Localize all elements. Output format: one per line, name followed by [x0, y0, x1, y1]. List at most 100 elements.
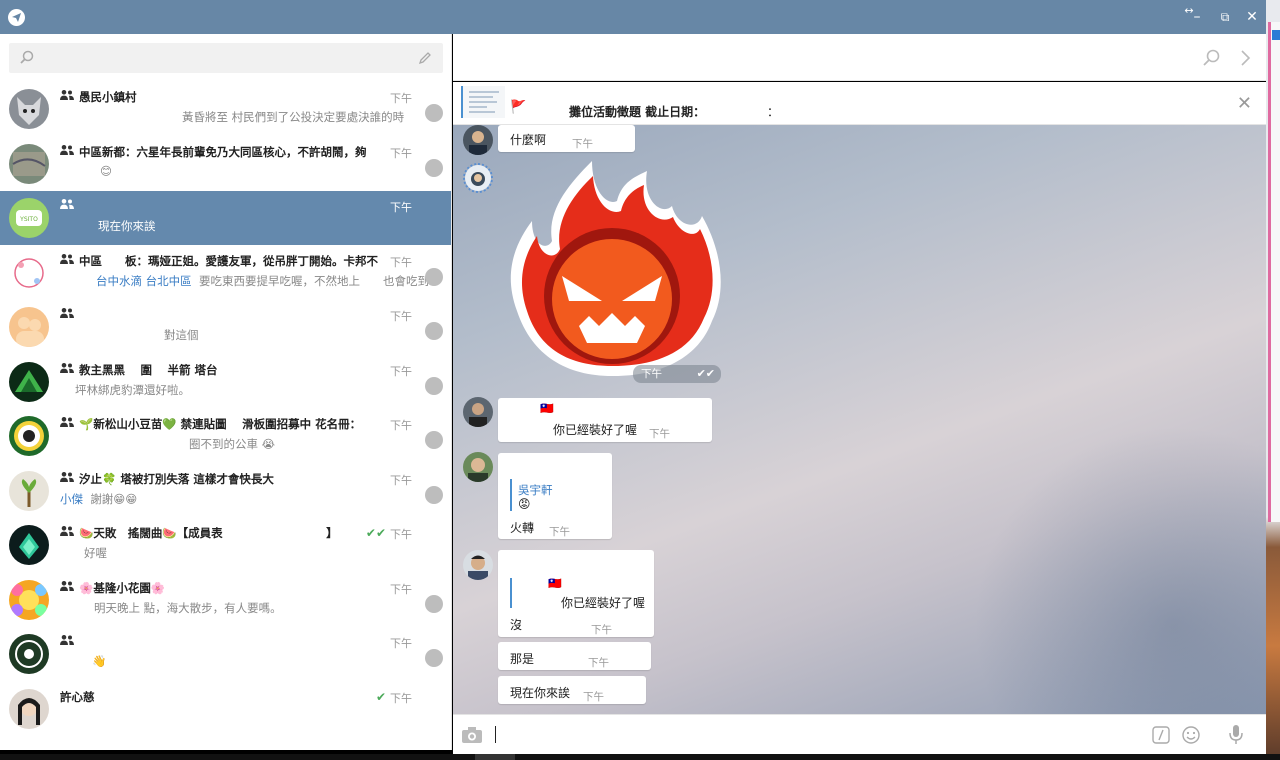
search-icon — [20, 50, 34, 64]
chat-list-item[interactable]: 下午對這個 — [0, 300, 451, 354]
background-window-edge — [1268, 22, 1280, 522]
chat-list-item[interactable]: 中區 板：瑪娅正姐。愛護友軍，從吊胖丁開始。卡邦不 下午 台中水滴 台北中區 要吃東… — [0, 246, 451, 300]
chat-list-item[interactable]: 汐止🍀 塔被打別失落 這樣才會快長大 下午小傑 謝謝😁😁 — [0, 464, 451, 518]
chat-last-message: 對這個 — [164, 327, 199, 343]
group-icon — [60, 635, 74, 645]
pinned-message-bar[interactable]: 🚩 攤位活動徵題 截止日期： ： ✕ — [453, 82, 1266, 125]
chat-list-item[interactable]: 教主黑黑 圍 半箭 塔台 下午 坪林綁虎豹潭還好啦。 — [0, 355, 451, 409]
reply-indicator — [510, 479, 512, 511]
avatar[interactable] — [463, 550, 493, 580]
minimize-icon[interactable]: – — [1188, 8, 1206, 26]
background-window-tab — [1272, 30, 1280, 40]
message-text: 你已經裝好了喔 — [553, 423, 638, 437]
unread-badge — [425, 104, 443, 122]
unread-badge — [425, 158, 443, 177]
message-text: 現在你來誒 — [510, 686, 571, 700]
chat-name: 中區新都：六星年長前輩免乃大同區核心，不許胡鬧，夠 — [79, 144, 367, 159]
chat-time: 下午 — [390, 310, 412, 323]
avatar[interactable] — [463, 397, 493, 427]
unread-badge — [425, 431, 443, 449]
chevron-right-icon[interactable] — [1238, 48, 1252, 68]
search-icon[interactable] — [1202, 48, 1222, 68]
compose-pencil-icon[interactable] — [417, 50, 433, 66]
message-composer — [453, 714, 1266, 754]
chat-name: 🌸基隆小花園🌸 — [79, 580, 166, 595]
avatar[interactable] — [463, 125, 493, 155]
unread-badge — [425, 594, 443, 613]
message-bubble[interactable]: 🇹🇼 你已經裝好了喔 下午 — [498, 398, 712, 442]
svg-text:YSITO: YSITO — [19, 216, 38, 223]
chat-preview-text: 現在你來誒 — [98, 219, 156, 233]
chat-last-sender: 台中水滴 台北中區 — [96, 273, 192, 288]
bot-command-icon[interactable] — [1152, 726, 1170, 744]
message-history[interactable]: 什麼啊 下午 下午 ✔✔ 🇹🇼 你已經裝好了喔 下午 吳宇軒 😡 火轉 下午 🇹… — [453, 125, 1266, 714]
message-bubble[interactable]: 什麼啊 下午 — [498, 125, 635, 152]
chat-name: 許心慈 — [60, 689, 95, 704]
message-time: 下午 — [588, 657, 609, 669]
sticker-time: 下午 ✔✔ — [633, 365, 721, 383]
emoji-icon[interactable] — [1182, 726, 1200, 744]
message-bubble[interactable]: 吳宇軒 😡 火轉 下午 — [498, 453, 612, 539]
restore-icon[interactable]: ⧉ — [1216, 8, 1234, 26]
chat-preview-text: 黃昏將至 村民們到了公投決定要處決誰的時 — [182, 110, 405, 124]
reply-indicator — [510, 578, 512, 608]
search-input[interactable] — [9, 43, 443, 73]
pinned-message-suffix: ： — [767, 105, 780, 119]
avatar — [9, 307, 49, 347]
chat-preview-text: 😊 — [100, 163, 112, 178]
message-input[interactable] — [495, 726, 496, 743]
group-icon — [60, 362, 74, 373]
avatar — [9, 525, 49, 565]
group-icon — [60, 580, 74, 591]
angry-face-emoji-icon: 😡 — [518, 497, 531, 511]
message-time: 下午 — [649, 428, 670, 440]
avatar — [9, 143, 49, 184]
telegram-logo-icon[interactable] — [8, 9, 25, 26]
sent-check-icon: ✔✔ — [365, 526, 386, 540]
chat-last-message: 現在你來誒 — [98, 218, 156, 234]
message-text: 火轉 — [510, 521, 535, 535]
message-bubble[interactable]: 現在你來誒 下午 — [498, 676, 646, 704]
close-icon[interactable]: ✕ — [1243, 8, 1261, 26]
group-icon — [60, 417, 74, 427]
chat-list-item[interactable]: 中區新都：六星年長前輩免乃大同區核心，不許胡鬧，夠 下午 😊 — [0, 137, 451, 191]
chat-time: 下午 — [390, 419, 412, 432]
chat-name: 🌱新松山小豆苗💚 禁連貼圖 滑板圍招募中 花名冊： — [79, 417, 362, 431]
chat-name: 汐止🍀 塔被打別失落 這樣才會快長大 — [79, 471, 274, 486]
chat-list-item[interactable]: YSITO 下午 現在你來誒 — [0, 191, 451, 245]
chat-preview-text: 明天晚上 點，海大散步，有人要嗎。 — [94, 600, 282, 615]
chat-time: 下午 — [390, 473, 412, 487]
chat-list-item[interactable]: 下午 👋 — [0, 627, 451, 681]
chat-last-message: 圈不到的公車 😭 — [189, 436, 275, 452]
chat-last-message: 好喔 — [84, 545, 107, 561]
title-bar: ↔ – ⧉ ✕ — [0, 0, 1266, 34]
chat-list-item[interactable]: 🌸基隆小花園🌸 下午 明天晚上 點，海大散步，有人要嗎。 — [0, 573, 451, 627]
chat-last-message: 👋 — [92, 654, 106, 668]
message-bubble[interactable]: 那是 下午 — [498, 642, 651, 670]
microphone-icon[interactable] — [1228, 724, 1244, 746]
chat-list-item[interactable]: 🍉天敗 搖闊曲🍉【成員表 】 ✔✔ 下午 好喔 — [0, 518, 451, 572]
camera-icon[interactable] — [461, 726, 483, 744]
avatar[interactable] — [463, 163, 493, 193]
pinned-message-text: 攤位活動徵題 截止日期： — [569, 105, 706, 119]
chat-list-item[interactable]: 🌱新松山小豆苗💚 禁連貼圖 滑板圍招募中 花名冊： 下午圈不到的公車 😭 — [0, 409, 451, 463]
avatar[interactable] — [463, 452, 493, 482]
unread-badge — [425, 376, 443, 395]
message-bubble[interactable]: 🇹🇼 你已經裝好了喔 沒 下午 — [498, 550, 654, 637]
message-text: 什麼啊 — [510, 133, 547, 147]
chat-last-message: 小傑 謝謝😁😁 — [60, 491, 137, 507]
chat-list-item[interactable]: 愚民小鎮村 下午 黃昏將至 村民們到了公投決定要處決誰的時 — [0, 82, 451, 136]
red-flag-icon: 🚩 — [510, 100, 527, 115]
group-icon — [60, 253, 74, 264]
reply-sender-name[interactable]: 吳宇軒 — [518, 482, 553, 498]
avatar — [9, 361, 49, 402]
chat-last-sender: 小傑 — [60, 491, 83, 506]
chat-list-item[interactable]: 許心慈 ✔ 下午 — [0, 682, 451, 736]
close-pinned-button[interactable]: ✕ — [1237, 95, 1252, 113]
chat-time: 下午 — [390, 146, 412, 160]
fire-face-sticker[interactable] — [497, 161, 727, 381]
taiwan-flag-icon: 🇹🇼 — [548, 577, 562, 590]
message-time: 下午 — [591, 624, 612, 636]
unread-badge — [425, 649, 443, 667]
taiwan-flag-icon: 🇹🇼 — [540, 402, 554, 415]
